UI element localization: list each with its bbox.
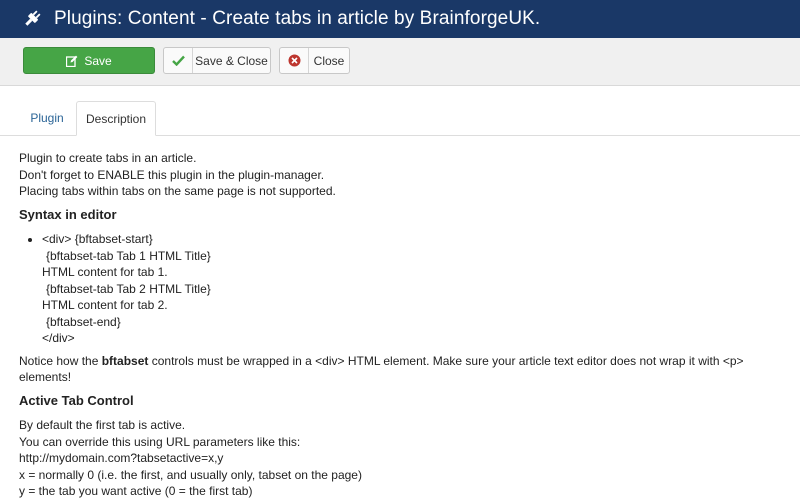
edit-icon <box>66 55 78 67</box>
save-button[interactable]: Save <box>23 47 155 74</box>
syntax-line: </div> <box>42 331 75 345</box>
syntax-heading: Syntax in editor <box>19 206 117 222</box>
page-header: Plugins: Content - Create tabs in articl… <box>0 0 800 38</box>
notice-bold: bftabset <box>101 353 149 368</box>
plug-icon <box>22 9 42 29</box>
syntax-list-item: <div> {bftabset-start} {bftabset-tab Tab… <box>42 231 789 347</box>
syntax-line: HTML content for tab 1. <box>42 265 168 279</box>
tab-plugin[interactable]: Plugin <box>19 101 75 135</box>
syntax-line: <div> {bftabset-start} <box>42 232 153 246</box>
save-close-button[interactable]: Save & Close <box>163 47 271 74</box>
intro-line: Placing tabs within tabs on the same pag… <box>19 184 336 198</box>
tab-bar: Plugin Description <box>0 101 800 136</box>
intro-line: Don't forget to ENABLE this plugin in th… <box>19 167 325 182</box>
notice-pre: Notice how the <box>19 353 102 368</box>
close-label: Close <box>313 53 345 68</box>
syntax-line: {bftabset-end} <box>46 314 121 329</box>
page-title: Plugins: Content - Create tabs in articl… <box>54 8 541 29</box>
save-close-label: Save & Close <box>195 53 268 68</box>
syntax-line: HTML content for tab 2. <box>42 298 168 312</box>
active-line: You can override this using URL paramete… <box>19 434 301 449</box>
active-tab-heading: Active Tab Control <box>19 392 134 408</box>
cancel-circle-icon <box>280 48 309 73</box>
active-line: y = the tab you want active (0 = the fir… <box>19 484 253 498</box>
active-line: x = normally 0 (i.e. the first, and usua… <box>19 467 362 482</box>
description-content: Plugin to create tabs in an article. Don… <box>19 150 789 500</box>
check-icon <box>164 48 193 73</box>
syntax-list: <div> {bftabset-start} {bftabset-tab Tab… <box>19 231 789 347</box>
save-button-label: Save <box>84 53 112 68</box>
close-button[interactable]: Close <box>279 47 350 74</box>
syntax-line: {bftabset-tab Tab 1 HTML Title} <box>46 248 211 263</box>
notice-text: Notice how the bftabset controls must be… <box>19 353 789 386</box>
toolbar: Save Save & Close Close <box>0 38 800 86</box>
active-line: http://mydomain.com?tabsetactive=x,y <box>19 451 224 465</box>
tab-description[interactable]: Description <box>76 101 156 136</box>
active-line: By default the first tab is active. <box>19 418 186 432</box>
intro-line: Plugin to create tabs in an article. <box>19 151 197 165</box>
syntax-line: {bftabset-tab Tab 2 HTML Title} <box>46 281 211 296</box>
